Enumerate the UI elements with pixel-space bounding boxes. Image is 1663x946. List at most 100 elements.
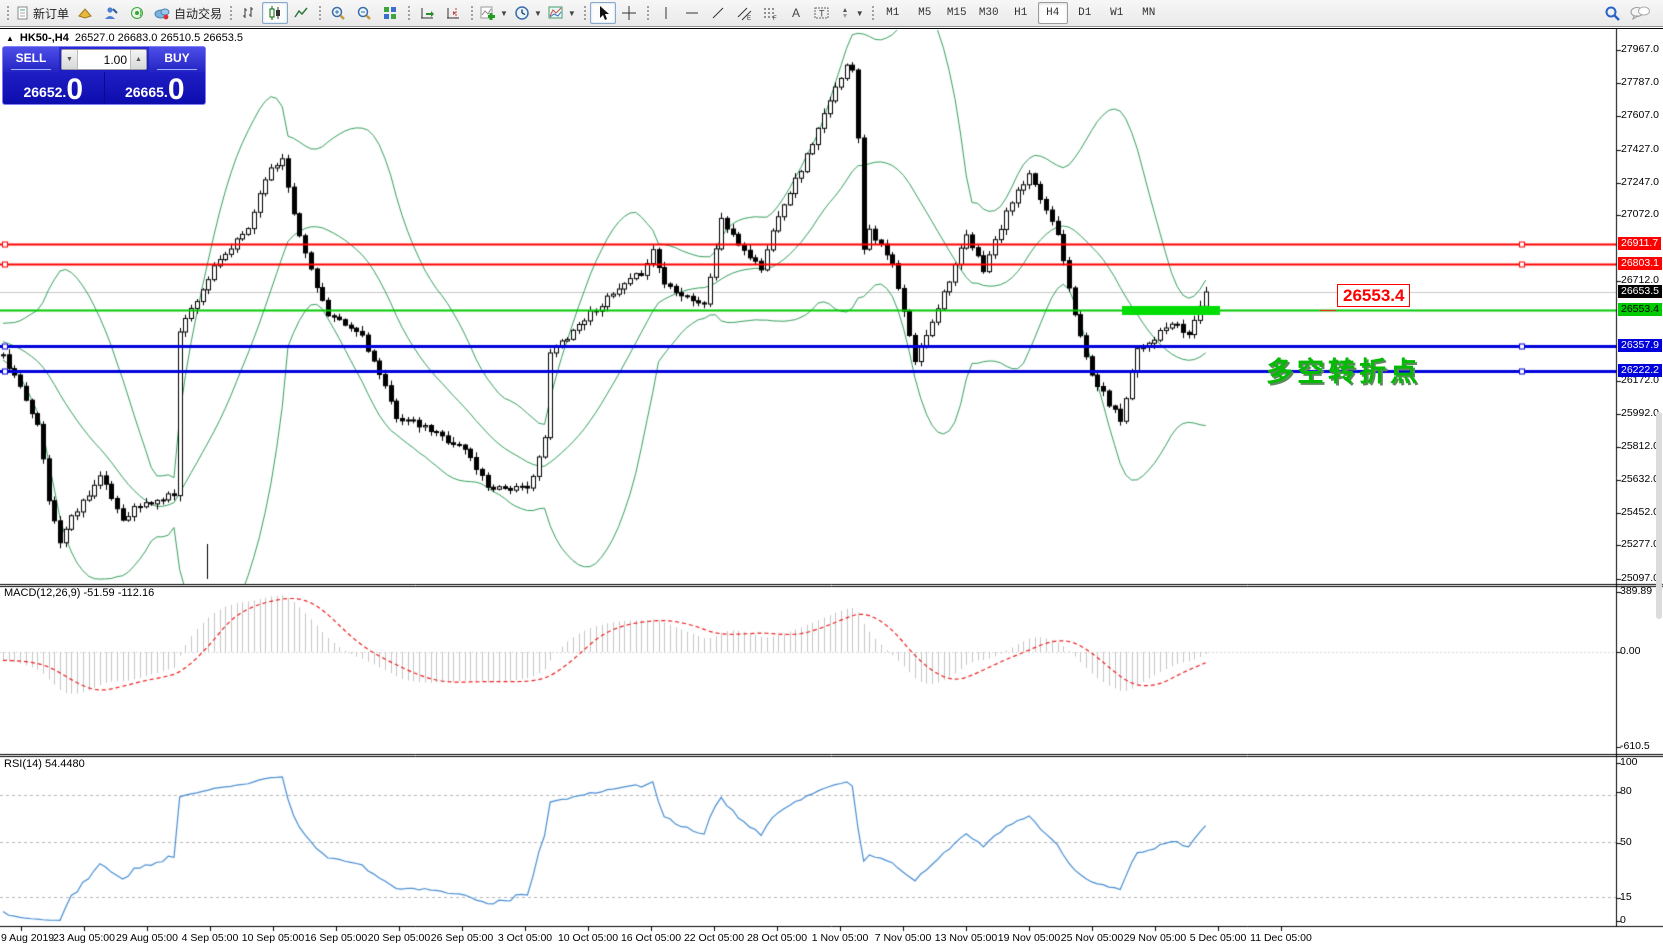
search-icon[interactable]	[1604, 5, 1621, 22]
price-axis-badge: 26222.2	[1618, 364, 1662, 377]
macd-axis-tick: 0.00	[1620, 645, 1640, 657]
rsi-axis-tick: 15	[1620, 891, 1632, 903]
main-toolbar: 新订单 自动交易	[0, 0, 1663, 27]
price-axis-tick: 25097.0	[1621, 572, 1659, 585]
trendline-button[interactable]	[705, 2, 731, 24]
candlestick-mode-button[interactable]	[262, 2, 288, 24]
time-axis-label: 3 Oct 05:00	[490, 932, 560, 944]
chart-ohlc-values: 26527.0 26683.0 26510.5 26653.5	[75, 32, 243, 44]
channel-button[interactable]: E	[731, 2, 757, 24]
horizontal-line-button[interactable]	[679, 2, 705, 24]
price-axis-badge: 26653.5	[1618, 285, 1662, 298]
arrows-button[interactable]: ▼	[835, 2, 867, 24]
tile-windows-button[interactable]	[377, 2, 403, 24]
zoom-out-button[interactable]	[351, 2, 377, 24]
metaeditor-button[interactable]	[98, 2, 124, 24]
periods-button[interactable]: ▼	[511, 2, 545, 24]
time-axis-label: 10 Sep 05:00	[238, 932, 308, 944]
price-axis-tick: 25632.0	[1621, 473, 1659, 486]
price-callout-object[interactable]: 26553.4	[1337, 284, 1410, 307]
clock-icon	[514, 5, 530, 21]
templates-button[interactable]: ▼	[545, 2, 579, 24]
arrows-icon	[838, 6, 852, 20]
toolbar-right	[1604, 5, 1661, 22]
sell-price-big: 0	[66, 76, 83, 104]
fibonacci-button[interactable]: F	[757, 2, 783, 24]
chart-shift-button[interactable]	[440, 2, 466, 24]
timeframe-w1[interactable]: W1	[1102, 2, 1132, 24]
candlestick-icon	[267, 5, 283, 21]
buy-price[interactable]: 26665.0	[105, 72, 206, 105]
auto-scroll-button[interactable]	[414, 2, 440, 24]
price-axis-badge: 26803.1	[1618, 257, 1662, 270]
bar-chart-mode-button[interactable]	[236, 2, 262, 24]
zoom-in-button[interactable]	[325, 2, 351, 24]
volume-input[interactable]	[78, 50, 130, 69]
vertical-scrollbar-thumb[interactable]	[1656, 412, 1662, 619]
bar-chart-icon	[241, 5, 257, 21]
equidistant-channel-icon: E	[736, 5, 752, 21]
market-watch-button[interactable]	[72, 2, 98, 24]
indicators-button[interactable]: ▼	[477, 2, 511, 24]
timeframe-m30[interactable]: M30	[974, 2, 1004, 24]
price-axis-badge: 26357.9	[1618, 339, 1662, 352]
autotrade-button[interactable]: 自动交易	[150, 2, 225, 24]
new-order-label: 新订单	[33, 5, 69, 22]
crosshair-button[interactable]	[616, 2, 642, 24]
volume-control: ▼ ▲	[61, 49, 147, 70]
toolbar-grip[interactable]	[5, 4, 10, 22]
sell-price-main: 26652	[23, 80, 62, 104]
line-chart-mode-button[interactable]	[288, 2, 314, 24]
timeframe-toolbar: M1M5M15M30H1H4D1W1MN	[878, 2, 1164, 24]
toolbar-grip[interactable]	[645, 4, 650, 22]
svg-text:F: F	[773, 16, 777, 21]
tile-windows-icon	[382, 5, 398, 21]
vertical-line-button[interactable]	[653, 2, 679, 24]
price-axis-tick: 27247.0	[1621, 176, 1659, 189]
text-icon: A	[789, 5, 803, 21]
toolbar-grip[interactable]	[406, 4, 411, 22]
chat-icon[interactable]	[1629, 5, 1651, 21]
text-label-button[interactable]: T	[809, 2, 835, 24]
volume-up-button[interactable]: ▲	[130, 50, 146, 69]
symbol-collapse-icon: ▲	[6, 34, 14, 43]
time-axis-label: 28 Oct 05:00	[742, 932, 812, 944]
time-axis-label: 4 Sep 05:00	[175, 932, 245, 944]
timeframe-m15[interactable]: M15	[942, 2, 972, 24]
horizontal-line-icon	[684, 7, 700, 19]
alerts-button[interactable]	[124, 2, 150, 24]
timeframe-m5[interactable]: M5	[910, 2, 940, 24]
radio-signal-icon	[129, 6, 145, 20]
buy-button[interactable]: BUY	[149, 47, 205, 72]
toolbar-grip[interactable]	[317, 4, 322, 22]
rsi-axis-tick: 50	[1620, 836, 1632, 848]
new-order-button[interactable]: 新订单	[13, 2, 72, 24]
timeframe-h1[interactable]: H1	[1006, 2, 1036, 24]
sell-price[interactable]: 26652.0	[3, 72, 105, 105]
timeframe-d1[interactable]: D1	[1070, 2, 1100, 24]
sell-button[interactable]: SELL	[3, 47, 59, 72]
time-axis-label: 29 Nov 05:00	[1120, 932, 1190, 944]
timeframe-mn[interactable]: MN	[1134, 2, 1164, 24]
macd-indicator-label: MACD(12,26,9) -51.59 -112.16	[4, 587, 154, 599]
time-axis-label: 25 Nov 05:00	[1057, 932, 1127, 944]
toolbar-grip[interactable]	[582, 4, 587, 22]
time-axis-label: 13 Nov 05:00	[931, 932, 1001, 944]
price-axis-tick: 25452.0	[1621, 506, 1659, 519]
timeframe-m1[interactable]: M1	[878, 2, 908, 24]
time-axis-label: 7 Nov 05:00	[868, 932, 938, 944]
toolbar-grip[interactable]	[228, 4, 233, 22]
zoom-out-icon	[356, 5, 372, 21]
price-axis-tick: 27787.0	[1621, 76, 1659, 89]
trendline-icon	[710, 5, 726, 21]
chart-canvas[interactable]	[0, 29, 1663, 946]
text-button[interactable]: A	[783, 2, 809, 24]
volume-down-button[interactable]: ▼	[62, 50, 78, 69]
time-axis-label: 22 Oct 05:00	[679, 932, 749, 944]
toolbar-grip[interactable]	[870, 4, 875, 22]
price-axis-tick: 25992.0	[1621, 407, 1659, 420]
chinese-text-object[interactable]: 多空转折点	[1266, 350, 1421, 389]
cursor-button[interactable]	[590, 2, 616, 24]
timeframe-h4[interactable]: H4	[1038, 2, 1068, 24]
toolbar-grip[interactable]	[469, 4, 474, 22]
